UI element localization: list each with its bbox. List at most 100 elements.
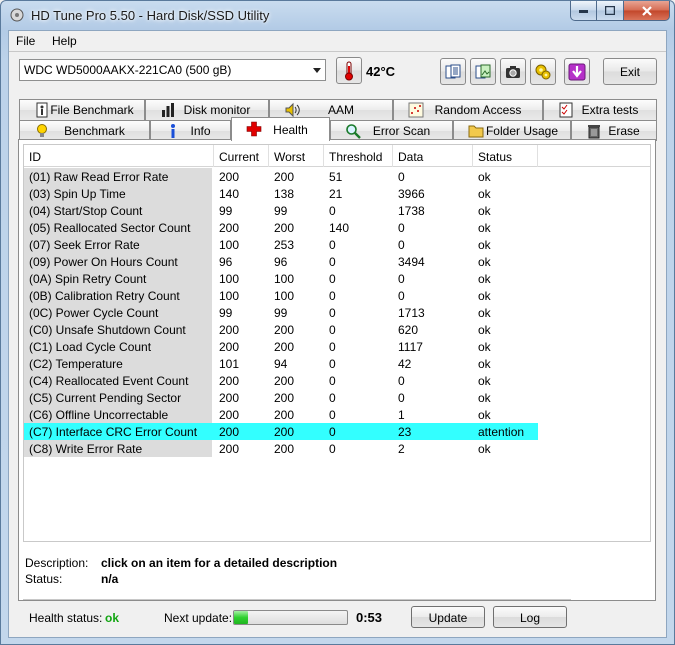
table-row[interactable]: (07) Seek Error Rate 100 253 0 0 ok (24, 236, 650, 253)
cell-worst: 200 (274, 340, 295, 354)
title-bar[interactable]: HD Tune Pro 5.50 - Hard Disk/SSD Utility (1, 1, 674, 30)
cell-threshold: 21 (329, 187, 343, 201)
countdown-value: 0:53 (356, 610, 383, 625)
table-row[interactable]: (C0) Unsafe Shutdown Count 200 200 0 620 ok (24, 321, 650, 338)
temperature-button[interactable] (336, 57, 362, 84)
exit-button[interactable]: Exit (603, 58, 657, 85)
tab-file-benchmark[interactable]: File Benchmark (19, 99, 145, 120)
table-row[interactable]: (C5) Current Pending Sector 200 200 0 0 ok (24, 389, 650, 406)
menu-help[interactable]: Help (52, 34, 77, 48)
menu-file[interactable]: File (16, 34, 35, 48)
tab-health[interactable]: Health (231, 117, 330, 141)
save-button[interactable] (564, 58, 590, 85)
table-row[interactable]: (C6) Offline Uncorrectable 200 200 0 1 ok (24, 406, 650, 423)
tab-extra-tests[interactable]: Extra tests (543, 99, 657, 120)
update-button[interactable]: Update (411, 606, 485, 628)
cell-status: ok (478, 442, 491, 456)
tab-row-top: File Benchmark Disk monitor AAM Random A… (19, 99, 657, 120)
health-status-value: ok (105, 611, 120, 625)
screenshot-button[interactable] (500, 58, 526, 85)
cell-worst: 200 (274, 170, 295, 184)
description-label: Description: (25, 556, 89, 570)
cell-id: (C8) Write Error Rate (29, 442, 143, 456)
drive-select[interactable]: WDC WD5000AAKX-221CA0 (500 gB) (19, 59, 326, 81)
minimize-button[interactable] (570, 1, 597, 21)
table-row[interactable]: (05) Reallocated Sector Count 200 200 140 0 o… (24, 219, 650, 236)
cell-threshold: 0 (329, 408, 336, 422)
cell-id: (C5) Current Pending Sector (29, 391, 182, 405)
cell-data: 620 (398, 323, 419, 337)
table-row[interactable]: (C8) Write Error Rate 200 200 0 2 ok (24, 440, 650, 457)
cell-data: 0 (398, 272, 405, 286)
tab-error-scan[interactable]: Error Scan (330, 120, 453, 141)
cell-worst: 200 (274, 221, 295, 235)
options-icon (535, 64, 551, 79)
cell-worst: 200 (274, 391, 295, 405)
info-icon (171, 124, 175, 138)
cell-current: 200 (219, 221, 240, 235)
column-header-data[interactable]: Data (393, 145, 473, 167)
column-header-status[interactable]: Status (473, 145, 538, 167)
maximize-button[interactable] (597, 1, 624, 21)
log-button[interactable]: Log (493, 606, 567, 628)
cell-worst: 99 (274, 306, 288, 320)
tab-random-access[interactable]: Random Access (393, 99, 543, 120)
table-row[interactable]: (09) Power On Hours Count 96 96 0 3494 ok (24, 253, 650, 270)
chevron-down-icon (313, 68, 321, 73)
table-row[interactable]: (0C) Power Cycle Count 99 99 0 1713 ok (24, 304, 650, 321)
tab-erase[interactable]: Erase (571, 120, 657, 141)
menu-bar: File Help (9, 31, 666, 51)
bar-chart-icon (162, 103, 174, 117)
tab-benchmark[interactable]: Benchmark (19, 120, 150, 141)
table-row[interactable]: (01) Raw Read Error Rate 200 200 51 0 ok (24, 168, 650, 185)
copy-text-button[interactable] (440, 58, 466, 85)
tab-label: Disk monitor (183, 103, 251, 117)
tab-label: Random Access (434, 103, 522, 117)
cell-threshold: 0 (329, 272, 336, 286)
cell-current: 96 (219, 255, 233, 269)
column-header-current[interactable]: Current (214, 145, 269, 167)
cell-id: (01) Raw Read Error Rate (29, 170, 169, 184)
cell-status: ok (478, 170, 491, 184)
cell-threshold: 0 (329, 204, 336, 218)
table-row[interactable]: (C4) Reallocated Event Count 200 200 0 0 ok (24, 372, 650, 389)
cell-id: (0C) Power Cycle Count (29, 306, 159, 320)
cell-current: 200 (219, 340, 240, 354)
cell-worst: 200 (274, 442, 295, 456)
table-row[interactable]: (0B) Calibration Retry Count 100 100 0 0 ok (24, 287, 650, 304)
red-cross-icon (246, 121, 262, 137)
table-row[interactable]: (C7) Interface CRC Error Count 200 200 0 23 a… (24, 423, 538, 440)
table-row[interactable]: (03) Spin Up Time 140 138 21 3966 ok (24, 185, 650, 202)
speaker-icon (285, 102, 300, 118)
copy-screenshot-button[interactable] (470, 58, 496, 85)
cell-data: 23 (398, 425, 412, 439)
cell-threshold: 0 (329, 357, 336, 371)
cell-status: ok (478, 272, 491, 286)
cell-id: (C2) Temperature (29, 357, 123, 371)
cell-data: 0 (398, 391, 405, 405)
next-update-label: Next update: (164, 611, 233, 625)
cell-status: attention (478, 425, 525, 439)
cell-status: ok (478, 187, 491, 201)
cell-data: 1738 (398, 204, 425, 218)
column-header-worst[interactable]: Worst (269, 145, 324, 167)
cell-threshold: 0 (329, 238, 336, 252)
minimize-icon (579, 9, 588, 13)
column-header-threshold[interactable]: Threshold (324, 145, 393, 167)
window-title: HD Tune Pro 5.50 - Hard Disk/SSD Utility (31, 8, 270, 23)
options-button[interactable] (530, 58, 556, 85)
table-row[interactable]: (0A) Spin Retry Count 100 100 0 0 ok (24, 270, 650, 287)
cell-status: ok (478, 306, 491, 320)
cell-data: 3966 (398, 187, 425, 201)
close-button[interactable] (624, 1, 670, 21)
table-row[interactable]: (C1) Load Cycle Count 200 200 0 1117 ok (24, 338, 650, 355)
table-row[interactable]: (04) Start/Stop Count 99 99 0 1738 ok (24, 202, 650, 219)
table-row[interactable]: (C2) Temperature 101 94 0 42 ok (24, 355, 650, 372)
cell-threshold: 51 (329, 170, 343, 184)
tab-info[interactable]: Info (150, 120, 231, 141)
progress-fill (234, 611, 248, 624)
tab-folder-usage[interactable]: Folder Usage (453, 120, 571, 141)
cell-current: 100 (219, 272, 240, 286)
column-header-id[interactable]: ID (24, 145, 214, 167)
cell-id: (0A) Spin Retry Count (29, 272, 147, 286)
